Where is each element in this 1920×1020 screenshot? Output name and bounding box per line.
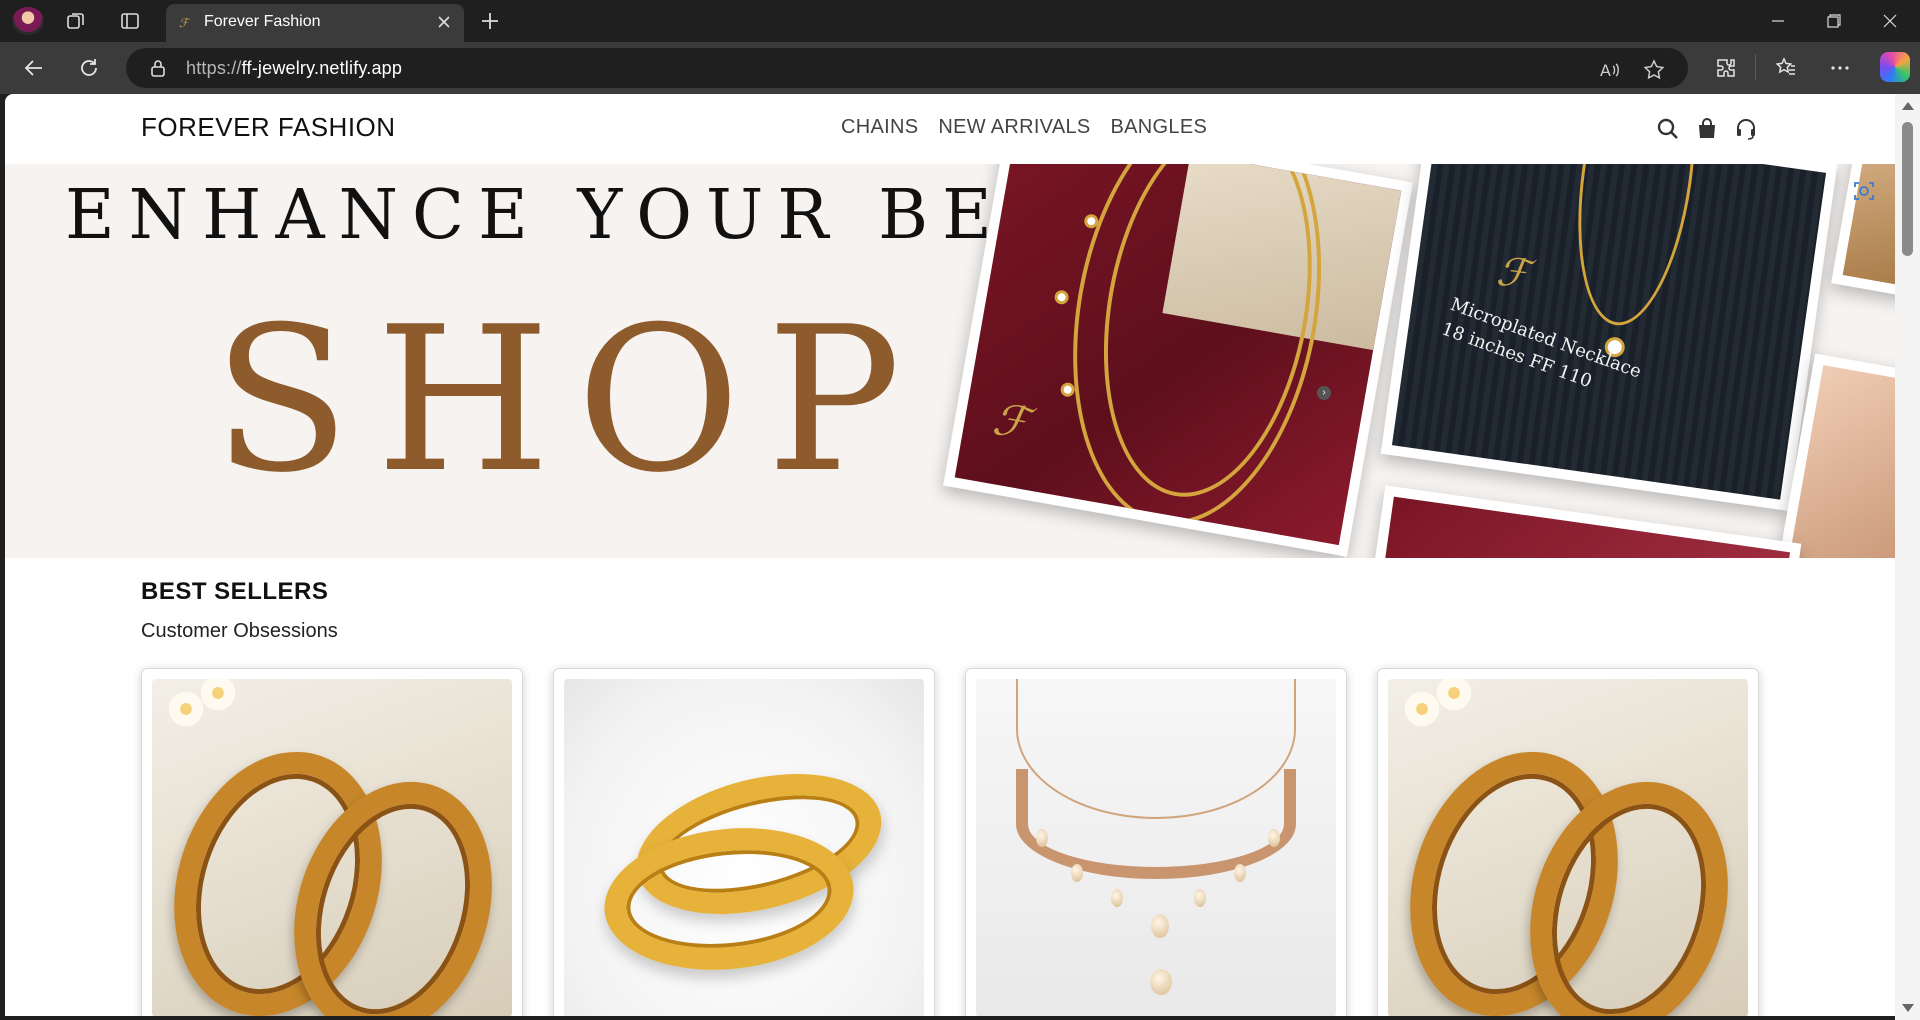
product-image-gold-bangles[interactable] xyxy=(564,679,924,1016)
hero-photo-necklace: ℱ Microplated Necklace 18 inches FF 110 xyxy=(1380,164,1838,511)
scrollbar-thumb[interactable] xyxy=(1902,122,1913,256)
scroll-up-icon[interactable] xyxy=(1902,102,1914,110)
minimize-window-icon[interactable] xyxy=(1760,8,1796,34)
support-headset-icon[interactable] xyxy=(1733,116,1759,142)
nav-bangles[interactable]: BANGLES xyxy=(1111,116,1208,139)
close-tab-icon[interactable] xyxy=(434,12,454,32)
best-sellers-subtitle: Customer Obsessions xyxy=(141,620,338,642)
site-favicon-icon: ℱ xyxy=(179,16,189,30)
workspaces-icon[interactable] xyxy=(64,9,88,33)
favorite-star-icon[interactable] xyxy=(1642,58,1666,82)
close-window-icon[interactable] xyxy=(1872,8,1908,34)
browser-toolbar: https://ff-jewelry.netlify.app A xyxy=(0,42,1920,94)
carousel-next-icon[interactable]: › xyxy=(1317,386,1331,400)
nav-chains[interactable]: CHAINS xyxy=(841,116,918,139)
favorites-icon[interactable] xyxy=(1772,54,1800,82)
product-card[interactable] xyxy=(141,668,523,1016)
best-sellers-title: BEST SELLERS xyxy=(141,578,329,605)
product-image-antique-bangles[interactable] xyxy=(1388,679,1748,1016)
hero-shop-text[interactable]: SHOP xyxy=(213,284,927,517)
extensions-icon[interactable] xyxy=(1712,54,1740,82)
read-aloud-icon[interactable]: A xyxy=(1598,58,1622,82)
svg-text:A: A xyxy=(1600,61,1611,80)
profile-avatar[interactable] xyxy=(12,7,44,35)
product-image-antique-bangles[interactable] xyxy=(152,679,512,1016)
brand-logo-mark-icon: ℱ xyxy=(1493,248,1532,299)
nav-new-arrivals[interactable]: NEW ARRIVALS xyxy=(938,116,1090,139)
site-header: FOREVER FASHION CHAINS NEW ARRIVALS BANG… xyxy=(5,94,1895,164)
tab-forever-fashion[interactable]: ℱ Forever Fashion xyxy=(166,4,464,42)
product-image-necklace[interactable] xyxy=(976,679,1336,1016)
hero-photo-chain: ℱ xyxy=(943,164,1413,557)
tab-title: Forever Fashion xyxy=(204,13,321,30)
address-bar[interactable]: https://ff-jewelry.netlify.app A xyxy=(126,48,1688,88)
page-scrollbar[interactable] xyxy=(1895,94,1920,1020)
shopping-bag-icon[interactable] xyxy=(1694,116,1720,142)
visual-search-icon[interactable] xyxy=(1852,179,1876,203)
copilot-icon[interactable] xyxy=(1880,52,1910,82)
refresh-button[interactable] xyxy=(75,54,103,82)
site-brand[interactable]: FOREVER FASHION xyxy=(141,112,396,143)
url-protocol: https:// xyxy=(186,58,242,78)
vertical-tabs-icon[interactable] xyxy=(118,9,142,33)
search-icon[interactable] xyxy=(1655,116,1681,142)
url-host: ff-jewelry.netlify.app xyxy=(241,58,403,78)
back-button[interactable] xyxy=(20,54,48,82)
main-nav: CHAINS NEW ARRIVALS BANGLES xyxy=(841,116,1207,139)
scroll-down-icon[interactable] xyxy=(1902,1004,1914,1012)
toolbar-separator xyxy=(1755,54,1756,80)
hero-banner[interactable]: ENHANCE YOUR BEAUTY SHOP ℱ ℱ Microplated… xyxy=(5,164,1895,558)
browser-tab-bar: ℱ Forever Fashion xyxy=(0,0,1920,42)
lock-icon[interactable] xyxy=(148,58,168,78)
more-options-icon[interactable] xyxy=(1826,54,1854,82)
page-viewport: FOREVER FASHION CHAINS NEW ARRIVALS BANG… xyxy=(5,94,1895,1016)
new-tab-button[interactable] xyxy=(478,9,502,33)
product-card[interactable] xyxy=(965,668,1347,1016)
url-text[interactable]: https://ff-jewelry.netlify.app xyxy=(186,58,402,79)
brand-logo-mark-icon: ℱ xyxy=(989,393,1032,450)
product-card[interactable] xyxy=(553,668,935,1016)
restore-window-icon[interactable] xyxy=(1816,8,1852,34)
product-card[interactable] xyxy=(1377,668,1759,1016)
